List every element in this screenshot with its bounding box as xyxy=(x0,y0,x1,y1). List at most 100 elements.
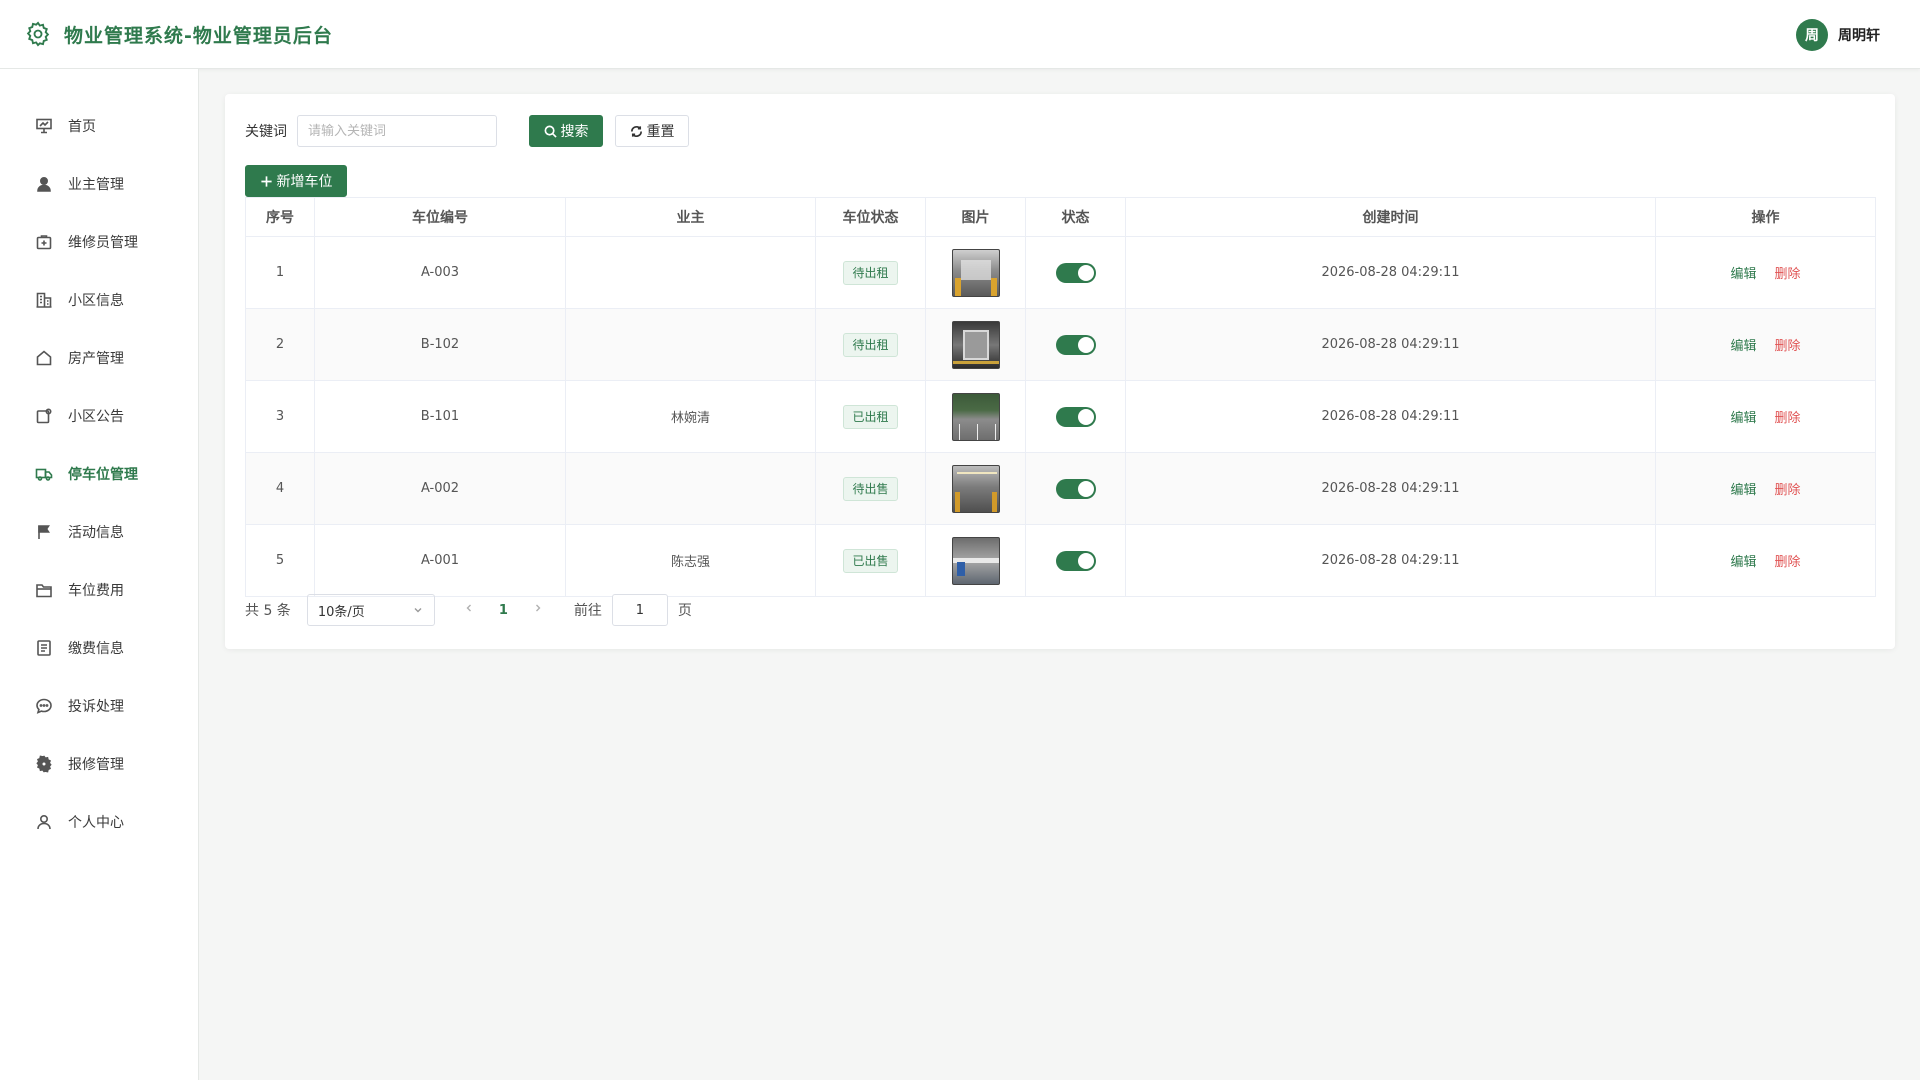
house-icon xyxy=(36,350,52,366)
delete-link[interactable]: 删除 xyxy=(1775,411,1801,426)
image-cell xyxy=(925,452,1026,525)
total-count: 共 5 条 xyxy=(245,603,291,619)
status-cell: 待出租 xyxy=(815,236,926,309)
current-page[interactable]: 1 xyxy=(499,603,508,618)
column-header: 序号 xyxy=(245,197,315,237)
status-cell: 待出售 xyxy=(815,452,926,525)
parking-photo[interactable] xyxy=(951,320,1000,369)
parking-photo[interactable] xyxy=(951,392,1000,441)
search-button-label: 搜索 xyxy=(560,124,589,140)
user-name[interactable]: 周明轩 xyxy=(1838,25,1880,45)
created-time: 2026-08-28 04:29:11 xyxy=(1125,452,1656,525)
sidebar-item-activities[interactable]: 活动信息 xyxy=(0,503,198,561)
sidebar-item-home[interactable]: 首页 xyxy=(0,97,198,155)
sidebar-item-label: 停车位管理 xyxy=(68,467,138,483)
delete-link[interactable]: 删除 xyxy=(1775,339,1801,354)
sidebar-item-owners[interactable]: 业主管理 xyxy=(0,155,198,213)
image-cell xyxy=(925,380,1026,453)
row-index: 5 xyxy=(245,524,315,597)
actions-cell: 编辑 删除 xyxy=(1655,236,1876,309)
actions-cell: 编辑 删除 xyxy=(1655,380,1876,453)
delete-link[interactable]: 删除 xyxy=(1775,483,1801,498)
delete-link[interactable]: 删除 xyxy=(1775,267,1801,282)
add-button-label: 新增车位 xyxy=(276,174,333,190)
image-cell xyxy=(925,524,1026,597)
edit-link[interactable]: 编辑 xyxy=(1730,555,1756,570)
reset-button[interactable]: 重置 xyxy=(615,115,689,147)
parking-photo[interactable] xyxy=(951,536,1000,585)
sidebar-item-repairs[interactable]: 报修管理 xyxy=(0,735,198,793)
truck-icon xyxy=(35,468,53,481)
sidebar-item-label: 维修员管理 xyxy=(68,235,138,251)
dashboard-icon xyxy=(36,118,52,134)
repair-box-icon xyxy=(36,235,52,250)
sidebar-item-label: 房产管理 xyxy=(68,351,124,367)
sidebar-item-community[interactable]: 小区信息 xyxy=(0,271,198,329)
actions-cell: 编辑 删除 xyxy=(1655,452,1876,525)
gear-logo-icon xyxy=(26,21,50,47)
sidebar-item-label: 投诉处理 xyxy=(68,699,124,715)
next-page-button[interactable] xyxy=(532,602,544,618)
prev-page-button[interactable] xyxy=(463,602,475,618)
search-icon xyxy=(544,125,557,138)
sidebar-item-parking[interactable]: 停车位管理 xyxy=(0,445,198,503)
app-title: 物业管理系统-物业管理员后台 xyxy=(64,24,333,47)
edit-link[interactable]: 编辑 xyxy=(1730,339,1756,354)
sidebar-item-property[interactable]: 房产管理 xyxy=(0,329,198,387)
document-icon xyxy=(37,640,51,656)
parking-photo[interactable] xyxy=(951,464,1000,513)
sidebar-item-payments[interactable]: 缴费信息 xyxy=(0,619,198,677)
sidebar: 首页 业主管理 维修员管理 小区信息 房产管理 小区公告 停车位管理 活动信息 xyxy=(0,69,199,1080)
image-cell xyxy=(925,236,1026,309)
search-button[interactable]: 搜索 xyxy=(529,115,603,147)
flag-icon xyxy=(38,525,50,539)
sidebar-item-complaints[interactable]: 投诉处理 xyxy=(0,677,198,735)
edit-link[interactable]: 编辑 xyxy=(1730,411,1756,426)
keyword-input[interactable] xyxy=(297,115,497,147)
status-toggle[interactable] xyxy=(1055,262,1096,283)
keyword-label: 关键词 xyxy=(245,124,287,140)
refresh-icon xyxy=(630,125,642,137)
status-toggle[interactable] xyxy=(1055,478,1096,499)
sidebar-item-label: 缴费信息 xyxy=(68,641,124,657)
column-header: 车位编号 xyxy=(314,197,566,237)
status-toggle[interactable] xyxy=(1055,406,1096,427)
table-row: 5 A-001 陈志强 已出售 2026-08-28 04:29:11 编辑 删除 xyxy=(245,524,1876,597)
table-row: 4 A-002 待出售 2026-08-28 04:29:11 编辑 删除 xyxy=(245,452,1876,525)
status-toggle[interactable] xyxy=(1055,334,1096,355)
pagination: 共 5 条 10条/页 1 前往 页 xyxy=(245,594,692,626)
enabled-cell xyxy=(1025,524,1126,597)
status-toggle[interactable] xyxy=(1055,550,1096,571)
delete-link[interactable]: 删除 xyxy=(1775,555,1801,570)
sidebar-item-profile[interactable]: 个人中心 xyxy=(0,793,198,851)
sidebar-item-repairmen[interactable]: 维修员管理 xyxy=(0,213,198,271)
notice-icon xyxy=(36,408,52,424)
page-size-select[interactable]: 10条/页 xyxy=(306,594,435,626)
column-header: 创建时间 xyxy=(1125,197,1656,237)
image-cell xyxy=(925,308,1026,381)
add-parking-button[interactable]: 新增车位 xyxy=(245,165,347,197)
owner-name xyxy=(565,236,816,309)
page-unit-label: 页 xyxy=(677,603,692,619)
avatar[interactable]: 周 xyxy=(1796,19,1828,51)
sidebar-item-label: 车位费用 xyxy=(68,583,124,599)
page-size-value: 10条/页 xyxy=(317,604,365,620)
column-header: 状态 xyxy=(1025,197,1126,237)
table-row: 2 B-102 待出租 2026-08-28 04:29:11 编辑 删除 xyxy=(245,308,1876,381)
brand: 物业管理系统-物业管理员后台 xyxy=(24,20,333,48)
reset-button-label: 重置 xyxy=(646,124,675,140)
enabled-cell xyxy=(1025,308,1126,381)
created-time: 2026-08-28 04:29:11 xyxy=(1125,308,1656,381)
sidebar-item-parking-fees[interactable]: 车位费用 xyxy=(0,561,198,619)
owner-name: 陈志强 xyxy=(565,524,816,597)
enabled-cell xyxy=(1025,452,1126,525)
column-header: 操作 xyxy=(1655,197,1876,237)
goto-page-input[interactable] xyxy=(611,594,668,626)
table-header-row: 序号 车位编号 业主 车位状态 图片 状态 创建时间 操作 xyxy=(245,197,1876,237)
sidebar-item-notices[interactable]: 小区公告 xyxy=(0,387,198,445)
parking-photo[interactable] xyxy=(951,248,1000,297)
user-menu[interactable]: 周 周明轩 xyxy=(1796,19,1880,51)
edit-link[interactable]: 编辑 xyxy=(1730,267,1756,282)
edit-link[interactable]: 编辑 xyxy=(1730,483,1756,498)
column-header: 业主 xyxy=(565,197,816,237)
